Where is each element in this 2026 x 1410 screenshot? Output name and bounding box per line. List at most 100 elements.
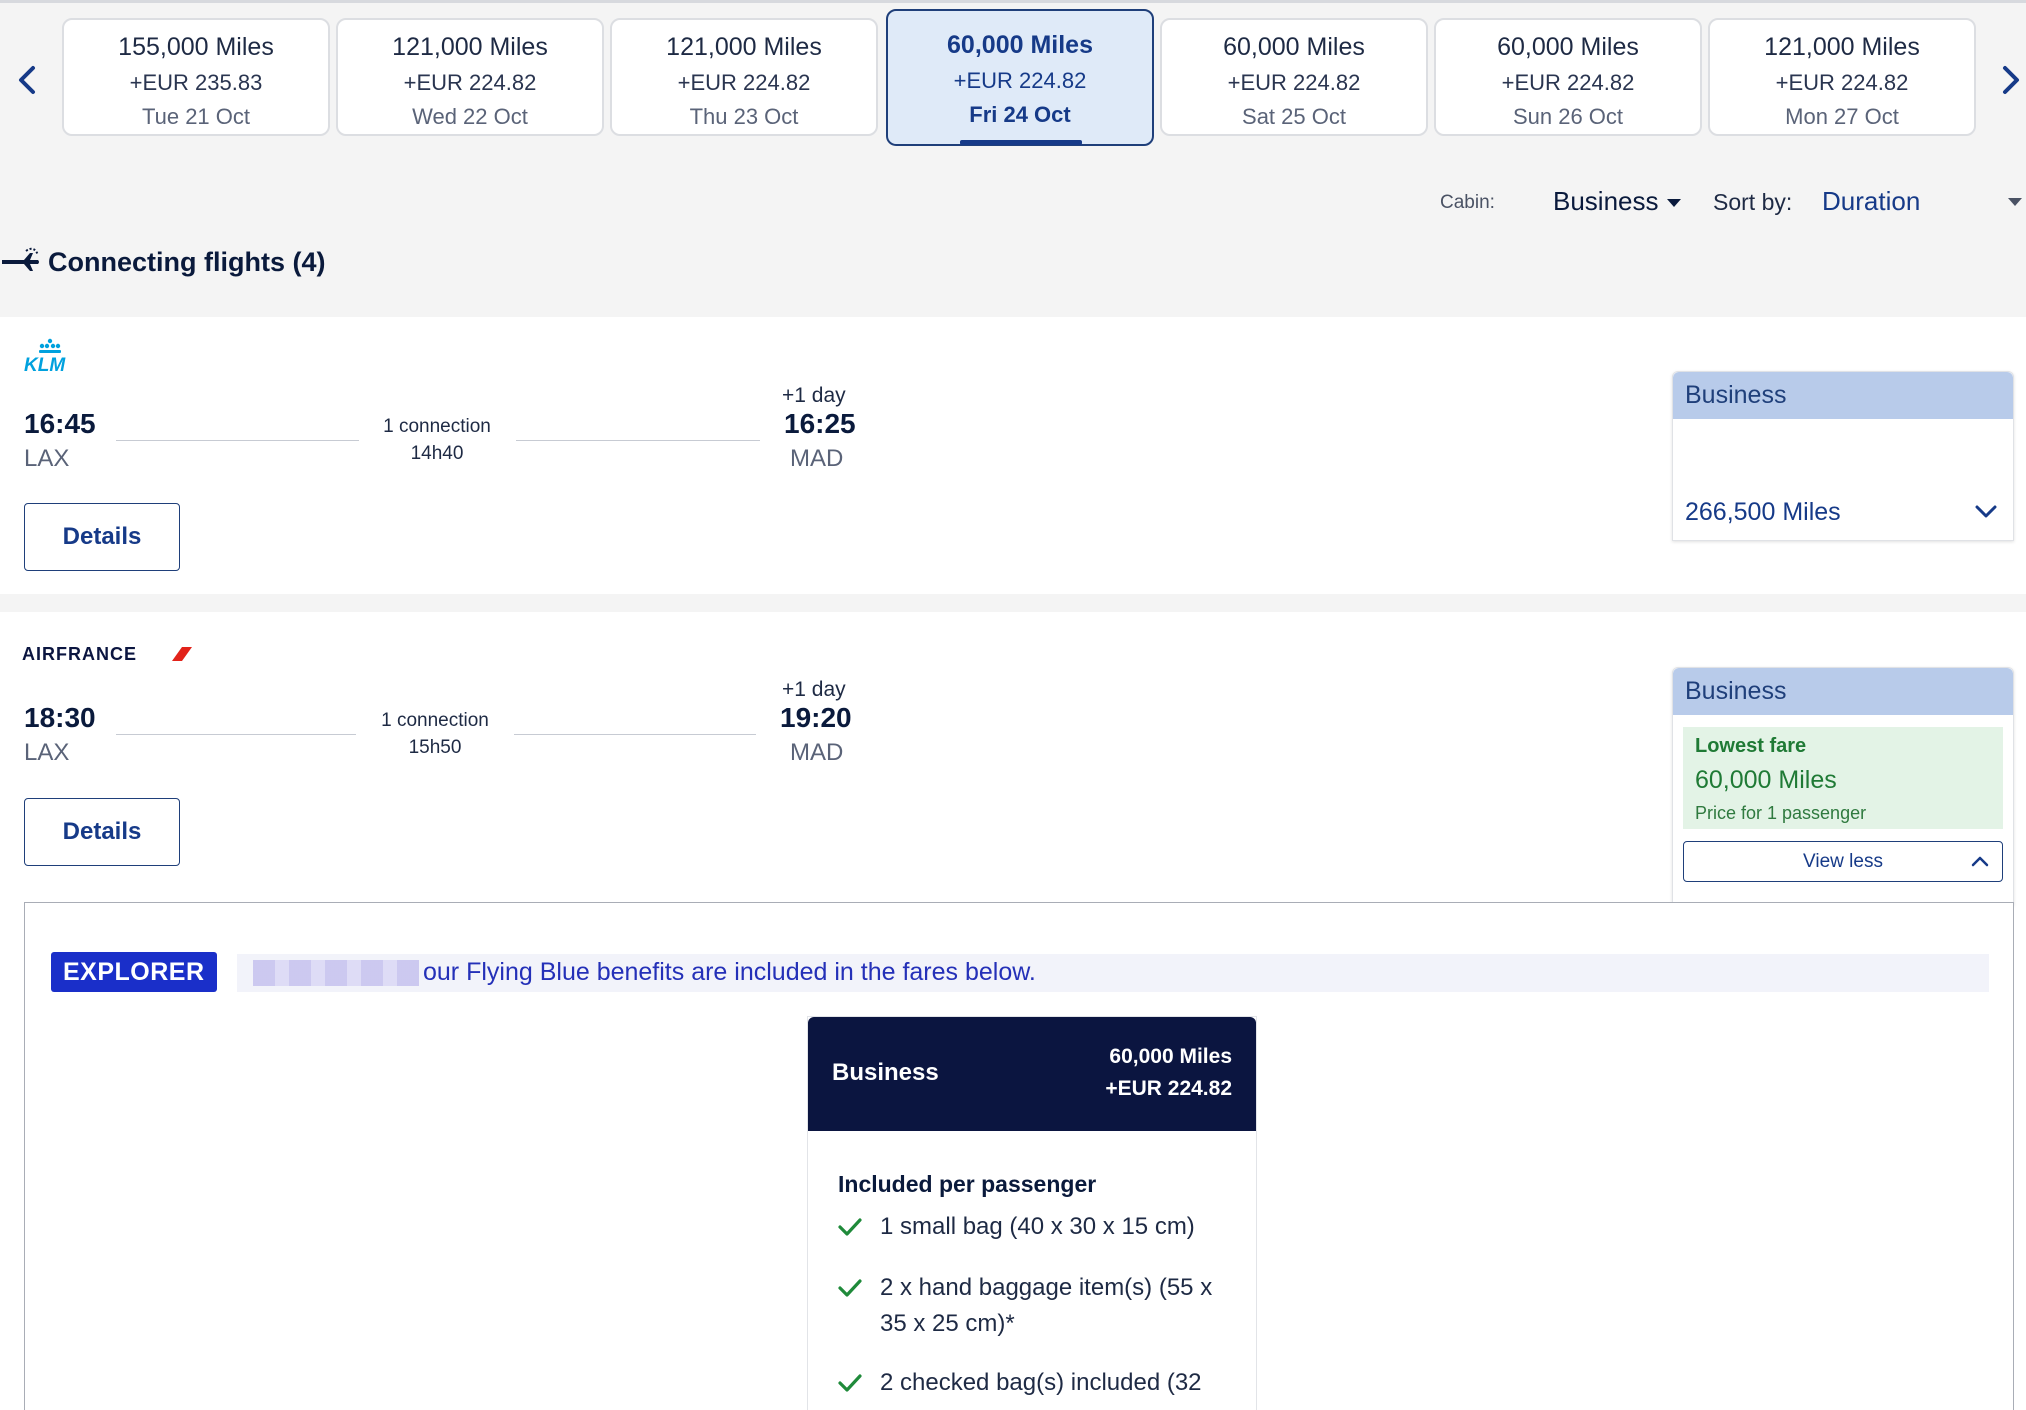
checkmark-icon (838, 1218, 862, 1236)
date-option-mon-27-oct[interactable]: 121,000 Miles +EUR 224.82 Mon 27 Oct (1708, 18, 1976, 136)
fare-family-miles: 60,000 Miles (1109, 1045, 1232, 1068)
benefits-text: our Flying Blue benefits are included in… (423, 958, 1036, 986)
date-day: Mon 27 Oct (1785, 104, 1899, 129)
date-miles: 60,000 Miles (1497, 33, 1639, 61)
departure-time: 18:30 (24, 702, 96, 733)
plus-day-label: +1 day (782, 678, 846, 701)
section-title: Connecting flights (4) (48, 246, 326, 277)
date-eur: +EUR 224.82 (1501, 70, 1635, 95)
fare-family-name: Business (832, 1059, 939, 1086)
plus-day-label: +1 day (782, 384, 846, 407)
chevron-down-icon[interactable] (1973, 498, 1999, 524)
fare-cabin-header: Business (1673, 668, 2013, 715)
included-item: 2 checked bag(s) included (32 (838, 1365, 1238, 1401)
caret-down-icon (2008, 198, 2022, 206)
view-less-label: View less (1803, 850, 1883, 872)
cabin-value: Business (1553, 186, 1659, 216)
details-button[interactable]: Details (24, 798, 180, 866)
date-miles: 121,000 Miles (392, 33, 548, 61)
included-item: 2 x hand baggage item(s) (55 x 35 x 25 c… (838, 1270, 1238, 1342)
date-day: Sat 25 Oct (1242, 104, 1346, 129)
cabin-label: Cabin: (1440, 192, 1495, 213)
departure-time: 16:45 (24, 408, 96, 439)
lowest-fare-label: Lowest fare (1695, 735, 1807, 757)
previous-dates-arrow-icon[interactable] (10, 62, 46, 98)
cabin-dropdown[interactable]: Business (1553, 186, 1681, 217)
included-item-text: 1 small bag (40 x 30 x 15 cm) (880, 1213, 1195, 1240)
top-border (0, 0, 2026, 3)
date-day: Tue 21 Oct (141, 104, 250, 129)
fare-option-business-selected[interactable]: Business Lowest fare 60,000 Miles Price … (1672, 667, 2014, 905)
lowest-fare-box: Lowest fare 60,000 Miles Price for 1 pas… (1683, 727, 2003, 829)
arrival-time: 16:25 (784, 408, 856, 439)
sort-dropdown[interactable]: Duration (1822, 186, 2022, 217)
date-day: Wed 22 Oct (412, 104, 528, 129)
date-miles: 121,000 Miles (666, 33, 822, 61)
flight-card-klm: KLM 16:45 LAX 1 connection 14h40 +1 day … (0, 317, 2026, 594)
connecting-plane-icon (2, 247, 39, 271)
date-eur: +EUR 224.82 (677, 70, 811, 95)
svg-text:KLM: KLM (24, 355, 66, 373)
connection-info: 1 connection 14h40 (357, 413, 517, 467)
date-option-thu-23-oct[interactable]: 121,000 Miles +EUR 224.82 Thu 23 Oct (610, 18, 878, 136)
explorer-tier-badge: EXPLORER (51, 952, 217, 992)
redacted-text (253, 960, 419, 986)
departure-airport: LAX (24, 739, 70, 766)
route-line (116, 734, 356, 735)
details-button[interactable]: Details (24, 503, 180, 571)
included-item-text: 2 x hand baggage item(s) (55 x 35 x 25 c… (880, 1274, 1213, 1337)
sort-value: Duration (1822, 186, 1921, 216)
date-day: Sun 26 Oct (1512, 104, 1624, 129)
airfrance-logo: AIRFRANCE (22, 644, 194, 669)
route-line (514, 734, 756, 735)
included-item: 1 small bag (40 x 30 x 15 cm) (838, 1209, 1238, 1245)
price-per-passenger: Price for 1 passenger (1695, 803, 1867, 823)
date-option-sat-25-oct[interactable]: 60,000 Miles +EUR 224.82 Sat 25 Oct (1160, 18, 1428, 136)
date-eur: +EUR 224.82 (1227, 70, 1361, 95)
date-miles: 155,000 Miles (118, 33, 274, 61)
arrival-airport: MAD (790, 445, 844, 472)
selected-date-indicator (960, 140, 1082, 145)
date-option-sun-26-oct[interactable]: 60,000 Miles +EUR 224.82 Sun 26 Oct (1434, 18, 1702, 136)
connection-count: 1 connection (383, 416, 491, 437)
date-option-tue-21-oct[interactable]: 155,000 Miles +EUR 235.83 Tue 21 Oct (62, 18, 330, 136)
checkmark-icon (838, 1374, 862, 1392)
date-eur: +EUR 235.83 (129, 70, 263, 95)
fare-details-panel: EXPLORER our Flying Blue benefits are in… (24, 902, 2014, 1410)
connection-info: 1 connection 15h50 (355, 707, 515, 761)
date-option-fri-24-oct[interactable]: 60,000 Miles +EUR 224.82 Fri 24 Oct (886, 9, 1154, 146)
date-miles: 60,000 Miles (1223, 33, 1365, 61)
fare-family-eur: +EUR 224.82 (1105, 1077, 1232, 1100)
route-line (116, 440, 359, 441)
fare-option-business[interactable]: Business 266,500 Miles (1672, 371, 2014, 541)
included-title: Included per passenger (838, 1171, 1097, 1197)
date-miles: 121,000 Miles (1764, 33, 1920, 61)
date-option-wed-22-oct[interactable]: 121,000 Miles +EUR 224.82 Wed 22 Oct (336, 18, 604, 136)
next-dates-arrow-icon[interactable] (1992, 62, 2026, 98)
date-eur: +EUR 224.82 (1775, 70, 1909, 95)
fare-miles: 60,000 Miles (1695, 766, 1837, 794)
date-day: Fri 24 Oct (969, 102, 1071, 127)
route-line (516, 440, 760, 441)
view-less-button[interactable]: View less (1683, 841, 2003, 882)
connection-count: 1 connection (381, 710, 489, 731)
date-day: Thu 23 Oct (689, 104, 799, 129)
fare-family-card-business[interactable]: Business 60,000 Miles +EUR 224.82 Includ… (807, 1016, 1257, 1410)
arrival-time: 19:20 (780, 702, 852, 733)
fare-miles: 266,500 Miles (1685, 498, 1841, 526)
departure-airport: LAX (24, 445, 70, 472)
flight-duration: 15h50 (408, 737, 462, 758)
included-item-text: 2 checked bag(s) included (32 (880, 1369, 1202, 1396)
date-miles: 60,000 Miles (947, 31, 1093, 59)
connecting-flights-heading: Connecting flights (4) (0, 244, 325, 280)
arrival-airport: MAD (790, 739, 844, 766)
klm-logo: KLM (22, 337, 78, 378)
flight-duration: 14h40 (410, 443, 464, 464)
date-eur: +EUR 224.82 (953, 68, 1087, 93)
date-eur: +EUR 224.82 (403, 70, 537, 95)
sort-label: Sort by: (1713, 189, 1793, 215)
fare-cabin-header: Business (1673, 372, 2013, 419)
fare-family-header: Business 60,000 Miles +EUR 224.82 (808, 1017, 1256, 1131)
svg-text:AIRFRANCE: AIRFRANCE (22, 644, 137, 664)
caret-down-icon (1666, 199, 1681, 208)
